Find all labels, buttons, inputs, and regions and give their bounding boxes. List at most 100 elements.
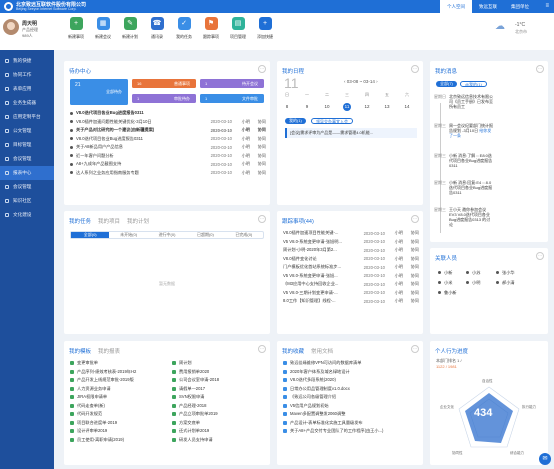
list-item[interactable]: 近一年客户问题分析 2020-03-10 小明 协同: [70, 152, 266, 161]
more-icon[interactable]: ···: [411, 65, 419, 73]
doc-item[interactable]: 关于A8+产品交付专业团队了的工作程序(由王小...): [283, 427, 419, 436]
sidebar-item-documents[interactable]: 公文管理: [0, 124, 54, 138]
sidebar-item-meetings[interactable]: 会议管理: [0, 152, 54, 166]
quick-new-plan[interactable]: ✎ 新建计划: [117, 17, 143, 40]
doc-item[interactable]: 《致远公司各级管理介绍: [283, 393, 419, 402]
template-item[interactable]: 费用报销单2020: [172, 368, 266, 377]
menu-icon[interactable]: ≡: [545, 3, 549, 9]
sidebar-item-business-builder[interactable]: 业务生成器: [0, 96, 54, 110]
template-item[interactable]: 公司会议室申请-2018: [172, 376, 266, 385]
person-item[interactable]: 小苏: [466, 270, 480, 276]
news-item[interactable]: 小新 消息:回复:E4 :: 8.0迭代项目各业Bug进度报告0311: [449, 180, 493, 195]
schedule-leader-button[interactable]: 领导交办事宜入会: [311, 118, 353, 124]
quick-new-meeting[interactable]: ▦ 新建会议: [90, 17, 116, 40]
doc-item[interactable]: 产品设计-表单标准化实施工具量级发布: [283, 419, 419, 428]
template-item[interactable]: 产品立项审批单2019: [172, 410, 266, 419]
todo-tile-normal[interactable]: 16 普通事项: [132, 79, 196, 88]
template-item[interactable]: JIRA权限申请单: [70, 393, 168, 402]
tab-my-projects[interactable]: 我的项目: [98, 219, 120, 225]
list-item[interactable]: 达人系列之业务应用指南服务专题 2020-03-10 小明 协同: [70, 169, 266, 178]
tab-my-reports[interactable]: 我的报表: [98, 349, 120, 355]
filter-in-progress[interactable]: 进行中(0): [148, 232, 186, 238]
news-item[interactable]: 王小天 邀你参加会议 EV3 V8.0迭代项目各业Bug进度报告0313 的讨论: [449, 207, 493, 227]
quick-new-item[interactable]: + 新建事项: [63, 17, 89, 40]
sidebar-item-meetings-2[interactable]: 会议管理: [0, 180, 54, 194]
list-item[interactable]: V5 V8.0-三期计划变更申请-... 2020-03-10 小明 协同: [283, 289, 419, 298]
list-item[interactable]: V8.0迭代项目各业Bug进度报告0311: [70, 109, 266, 118]
list-item[interactable]: V8.0迭代项目各业Bug进度报告0311 2020-03-10 小明 协同: [70, 135, 266, 144]
more-icon[interactable]: ···: [536, 252, 544, 260]
doc-item[interactable]: V5信用产品规划初始: [283, 402, 419, 411]
template-item[interactable]: 产品经理-2018: [172, 402, 266, 411]
template-item[interactable]: 变更审批单: [70, 359, 168, 368]
sidebar-item-forms[interactable]: 表单应用: [0, 82, 54, 96]
news-item[interactable]: 周一会议纪要部门统计报告规划 -3月10日 给你发了一条: [449, 123, 493, 138]
chat-icon[interactable]: ✉: [539, 453, 551, 465]
news-item[interactable]: 北京致远信息技术有限公司《员工手册》已发布至所有员工: [449, 94, 493, 109]
template-item[interactable]: 请假单—2017: [172, 385, 266, 394]
doc-item[interactable]: V8.0迭代多段系统(2020): [283, 376, 419, 385]
tab-favorites[interactable]: 我的收藏: [282, 349, 304, 355]
list-item[interactable]: 关于产品对比研究的一个建议(由新疆提案) 2020-03-10 小明 协同: [70, 126, 266, 135]
news-mention-pill[interactable]: @我的(1): [460, 81, 487, 87]
more-icon[interactable]: ···: [258, 215, 266, 223]
tab-common-docs[interactable]: 常用文档: [311, 349, 333, 355]
filter-overdue[interactable]: 已超期(0): [186, 232, 224, 238]
more-icon[interactable]: ···: [536, 65, 544, 73]
news-item[interactable]: 小新 消息:了解 :: E8:0迭代项目各业Bug进度报告0311: [449, 153, 493, 168]
more-icon[interactable]: ···: [411, 215, 419, 223]
sidebar-item-goals[interactable]: 目标管理: [0, 138, 54, 152]
list-item[interactable]: V8.0插件加速问题性能关键优化-3月10日 2020-03-10 小明 协同: [70, 118, 266, 127]
template-item[interactable]: SVN权限申请: [172, 393, 266, 402]
template-item[interactable]: 设计评审单2019: [70, 427, 168, 436]
schedule-item[interactable]: [会议]需求评审为产品是——需求管理4.0机能...: [285, 128, 417, 138]
template-item[interactable]: 方案交底单: [172, 419, 266, 428]
todo-tile-all[interactable]: 21 全部待办: [70, 79, 128, 105]
template-item[interactable]: 代码走查单(新): [70, 402, 168, 411]
doc-item[interactable]: 2020年客户体系及域名绿地设计: [283, 368, 419, 377]
list-item[interactable]: 周计划-小明-2020年3月第2... 2020-03-10 小明 协同: [283, 246, 419, 255]
tab-group-unit[interactable]: 集团单位: [504, 0, 536, 13]
sidebar-item-reports[interactable]: 报表中心: [0, 166, 54, 180]
template-item[interactable]: 周计划: [172, 359, 266, 368]
week-range[interactable]: ‹ 03-08 ~ 03-14 ›: [344, 79, 378, 84]
list-item[interactable]: V5 V8.0-系统变更申请-张旭... 2020-03-10 小明 协同: [283, 272, 419, 281]
more-icon[interactable]: ···: [258, 65, 266, 73]
chevron-right-icon[interactable]: ›: [375, 79, 378, 84]
tab-seeyon[interactable]: 致远互联: [472, 0, 504, 13]
quick-projects[interactable]: ▤ 项目管理: [225, 17, 251, 40]
sidebar-item-shortcuts[interactable]: 我的快捷: [0, 54, 54, 68]
tab-my-plans[interactable]: 我的计划: [127, 219, 149, 225]
person-item[interactable]: 鲁小新: [438, 290, 457, 296]
template-item[interactable]: 研发人员支持申请: [172, 436, 266, 445]
list-item[interactable]: 《M3应用中心支持回收企业... 2020-03-10 小明 协同: [283, 280, 419, 289]
calendar-day[interactable]: 10: [323, 104, 331, 109]
todo-tile-meeting[interactable]: 1 待开会议: [200, 79, 264, 88]
calendar-day[interactable]: 14: [403, 104, 411, 109]
todo-tile-approval[interactable]: 1 审批待办: [132, 94, 196, 103]
calendar-day[interactable]: 8: [283, 104, 291, 109]
person-item[interactable]: 张小华: [496, 270, 515, 276]
filter-not-started[interactable]: 未开始(0): [109, 232, 147, 238]
avatar[interactable]: [3, 19, 19, 35]
calendar-day-selected[interactable]: 11: [343, 103, 351, 111]
list-item[interactable]: V5 V8.0-系统变更申请-张旭明... 2020-03-10 小明 协同: [283, 238, 419, 247]
sidebar-item-knowledge[interactable]: 知识社区: [0, 194, 54, 208]
list-item[interactable]: V8.0插件变化讨论 2020-03-10 小明 协同: [283, 255, 419, 264]
news-all-pill[interactable]: 全部(7): [436, 81, 457, 87]
more-icon[interactable]: ···: [258, 345, 266, 353]
filter-all[interactable]: 全部(0): [71, 232, 110, 238]
template-item[interactable]: 项目联合进度单-2019: [70, 419, 168, 428]
person-item[interactable]: 小新: [438, 270, 452, 276]
person-item[interactable]: 郝小清: [496, 280, 515, 286]
quick-tracking[interactable]: ⚑ 跟踪事项: [198, 17, 224, 40]
sidebar-item-collaboration[interactable]: 协同工作: [0, 68, 54, 82]
doc-item[interactable]: 日常办公用品管理制度v1.0.docx: [283, 385, 419, 394]
template-item[interactable]: 代码开发规范: [70, 410, 168, 419]
calendar-day[interactable]: 13: [383, 104, 391, 109]
doc-item[interactable]: Maven多配置调整发2060调整: [283, 410, 419, 419]
list-item[interactable]: V8.0插件加速项目性能关键-... 2020-03-10 小明 协同: [283, 229, 419, 238]
calendar-day[interactable]: 9: [303, 104, 311, 109]
person-item[interactable]: 小明: [466, 280, 480, 286]
doc-item[interactable]: 致远佳缘维修VPN可访问的数据库清单: [283, 359, 419, 368]
